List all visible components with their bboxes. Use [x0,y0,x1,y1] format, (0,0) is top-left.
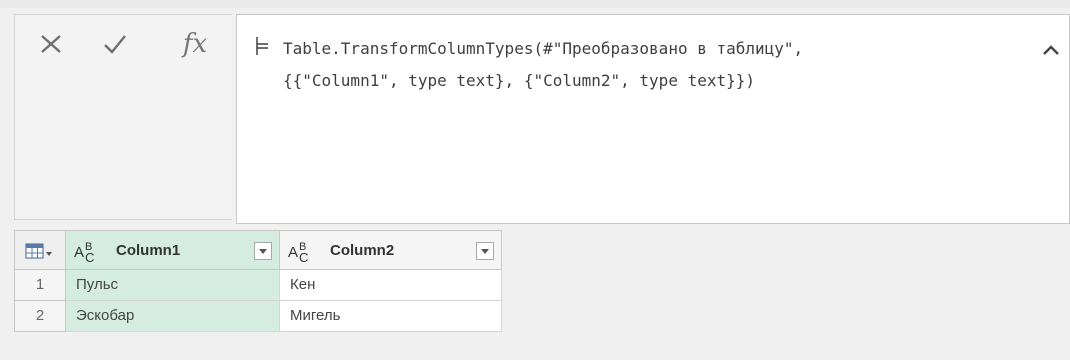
checkmark-icon [104,35,126,54]
table-menu-icon [25,243,52,259]
close-x-icon [41,35,61,53]
table-cell[interactable]: Эскобар [66,301,280,332]
column-filter-button[interactable] [254,242,272,260]
chevron-down-icon [259,249,267,254]
insert-function-button[interactable]: fx [171,27,219,61]
formula-equals-caret-icon [256,37,268,55]
row-number[interactable]: 2 [14,301,66,332]
formula-line-2: {{"Column1", type text}, {"Column2", typ… [283,71,756,90]
formula-bar-buttons: fx [14,14,232,220]
formula-line-1: Table.TransformColumnTypes(#"Преобразова… [283,39,804,58]
table-menu-button[interactable] [14,230,66,270]
commit-button[interactable] [95,27,135,61]
formula-editor[interactable]: Table.TransformColumnTypes(#"Преобразова… [236,14,1070,224]
table-cell[interactable]: Кен [280,270,502,301]
text-type-icon[interactable]: A B C [288,239,320,263]
table-cell[interactable]: Пульс [66,270,280,301]
chevron-up-icon [1043,45,1059,55]
column-header-column1[interactable]: A B C Column1 [66,230,280,270]
column-header-label: Column1 [116,242,181,259]
column-filter-button[interactable] [476,242,494,260]
collapse-formula-button[interactable] [1039,41,1063,61]
cancel-button[interactable] [31,27,71,61]
fx-label: fx [182,29,208,59]
formula-text[interactable]: Table.TransformColumnTypes(#"Преобразова… [283,33,1023,97]
svg-text:C: C [299,250,308,263]
row-number[interactable]: 1 [14,270,66,301]
svg-text:C: C [85,250,94,263]
column-header-label: Column2 [330,242,395,259]
column-header-column2[interactable]: A B C Column2 [280,230,502,270]
text-type-icon[interactable]: A B C [74,239,106,263]
top-strip [0,0,1070,8]
svg-text:A: A [288,244,298,261]
table-cell[interactable]: Мигель [280,301,502,332]
svg-text:A: A [74,244,84,261]
chevron-down-icon [481,249,489,254]
